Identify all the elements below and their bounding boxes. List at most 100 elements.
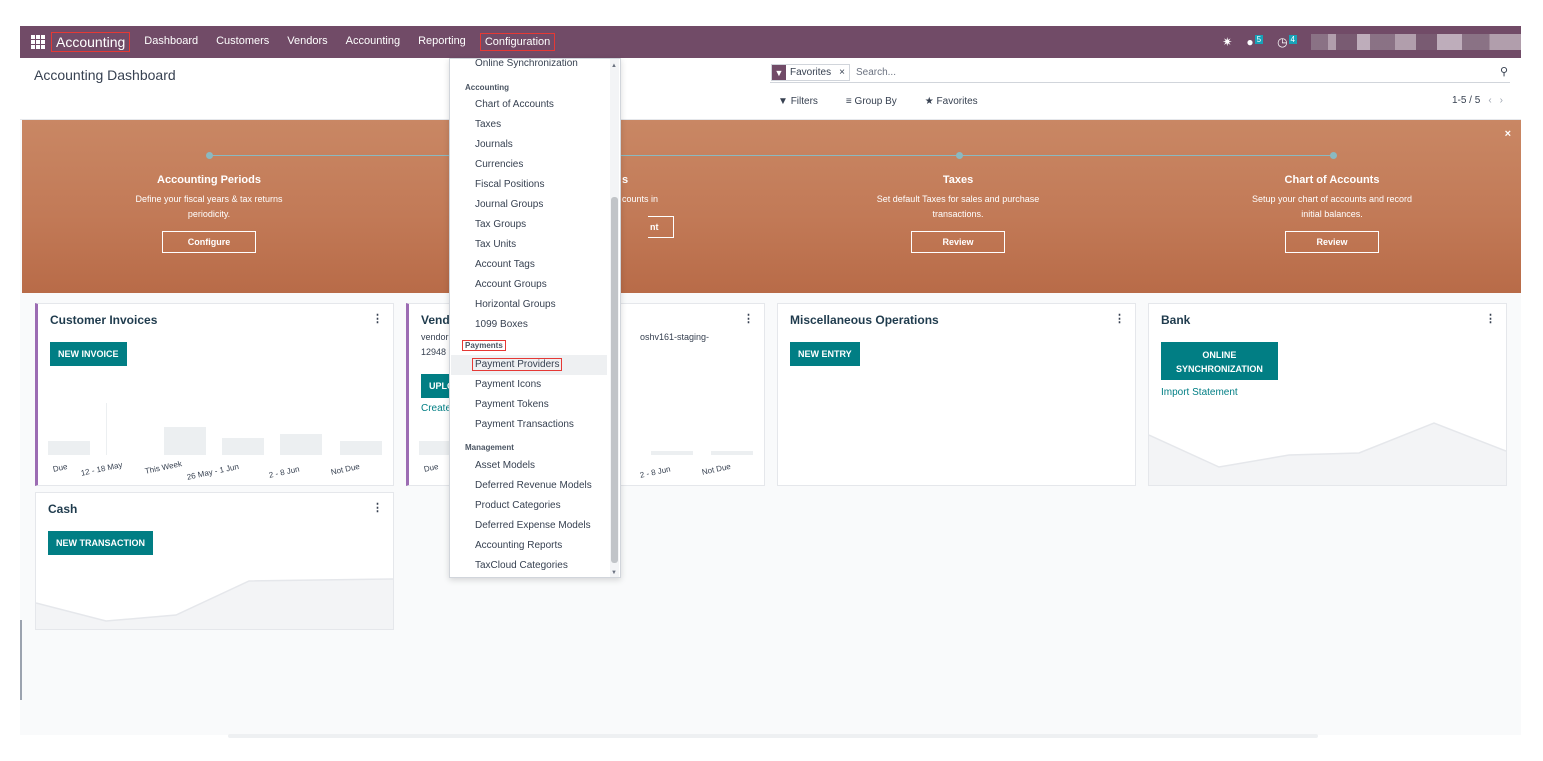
chart-x-label: Not Due (330, 461, 361, 477)
window-edge (20, 620, 22, 700)
search-panel-toggles: ▼ Filters ≡ Group By ★ Favorites (778, 96, 1006, 107)
facet-remove-icon[interactable]: × (835, 67, 849, 78)
menu-item-product-categories[interactable]: Product Categories (475, 500, 561, 511)
favorites-button[interactable]: ★ Favorites (925, 96, 992, 107)
kebab-menu-icon[interactable]: ⋮ (1114, 312, 1125, 325)
card-title[interactable]: Bank (1161, 313, 1190, 327)
scroll-down-icon[interactable]: ▼ (611, 570, 617, 576)
scrollbar-thumb[interactable] (611, 197, 618, 563)
review-chart-button[interactable]: Review (1285, 231, 1379, 253)
search-icon[interactable]: ⚲ (1500, 65, 1508, 78)
card-title[interactable]: Cash (48, 502, 77, 516)
chart-bar (222, 438, 264, 455)
pager-prev-icon[interactable]: ‹ (1488, 95, 1491, 106)
journal-card-cash: Cash ⋮ NEW TRANSACTION (35, 492, 394, 630)
menu-accounting[interactable]: Accounting (342, 33, 404, 51)
menu-item-horizontal-groups[interactable]: Horizontal Groups (475, 299, 556, 310)
onboarding-banner: × Accounting Periods Define your fiscal … (22, 120, 1521, 293)
scroll-up-icon[interactable]: ▲ (611, 63, 617, 69)
step-desc: transactions. (932, 209, 984, 219)
step-accounting-periods: Accounting Periods Define your fiscal ye… (109, 174, 309, 253)
menu-item-deferred-revenue-models[interactable]: Deferred Revenue Models (475, 480, 592, 491)
new-entry-button[interactable]: NEW ENTRY (790, 342, 860, 366)
configure-button[interactable]: Configure (162, 231, 256, 253)
add-bank-account-button[interactable]: nt (648, 216, 674, 238)
menu-item-account-groups[interactable]: Account Groups (475, 279, 547, 290)
horizontal-scrollbar[interactable] (228, 734, 1318, 738)
menu-dashboard[interactable]: Dashboard (140, 33, 202, 51)
dropdown-scrollbar[interactable]: ▲ ▼ (610, 59, 619, 577)
step-desc: Define your fiscal years & tax returns (135, 194, 283, 204)
card-title[interactable]: Vend (421, 313, 450, 327)
invoices-bar-chart (48, 403, 388, 455)
navbar-systray: ✷ ● 5 ◷ 4 (1222, 26, 1521, 58)
user-company-switcher[interactable] (1311, 34, 1521, 50)
menu-item-journal-groups[interactable]: Journal Groups (475, 199, 543, 210)
step-desc: Set default Taxes for sales and purchase (876, 194, 1040, 204)
step-desc: Setup your chart of accounts and record (1251, 194, 1413, 204)
pager-value[interactable]: 1-5 / 5 (1452, 95, 1480, 106)
chart-x-label: 26 May - 1 Jun (186, 461, 240, 482)
pager-next-icon[interactable]: › (1500, 95, 1503, 106)
chart-x-label: 2 - 8 Jun (268, 464, 301, 480)
chart-x-label: 12 - 18 May (80, 460, 124, 478)
menu-item-chart-of-accounts[interactable]: Chart of Accounts (475, 99, 554, 110)
filters-button[interactable]: ▼ Filters (778, 96, 832, 107)
card-title[interactable]: Miscellaneous Operations (790, 313, 939, 327)
menu-item-taxcloud-categories[interactable]: TaxCloud Categories (475, 560, 568, 571)
menu-item-tax-units[interactable]: Tax Units (475, 239, 516, 250)
step-desc: periodicity. (187, 209, 231, 219)
section-header-payments: Payments (462, 340, 506, 351)
chart-x-label: 2 - 8 Jun (639, 464, 672, 480)
apps-grid-icon[interactable] (31, 35, 45, 49)
menu-item-accounting-reports[interactable]: Accounting Reports (475, 540, 562, 551)
kebab-menu-icon[interactable]: ⋮ (372, 501, 383, 514)
card-title[interactable]: Customer Invoices (50, 313, 157, 327)
app-brand[interactable]: Accounting (51, 32, 131, 52)
menu-item-fiscal-positions[interactable]: Fiscal Positions (475, 179, 544, 190)
bank-line-chart (1149, 422, 1506, 485)
step-desc: counts in (622, 194, 659, 204)
favorites-label: Favorites (936, 96, 978, 107)
online-sync-button[interactable]: ONLINE SYNCHRONIZATION (1161, 342, 1278, 380)
app-window: Accounting Dashboard Customers Vendors A… (20, 26, 1521, 738)
menu-item-taxes[interactable]: Taxes (475, 119, 501, 130)
search-input[interactable]: Search... (856, 67, 896, 78)
menu-item-account-tags[interactable]: Account Tags (475, 259, 535, 270)
menu-item-payment-tokens[interactable]: Payment Tokens (475, 399, 549, 410)
journal-card-misc-operations: Miscellaneous Operations ⋮ NEW ENTRY (777, 303, 1136, 486)
kebab-menu-icon[interactable]: ⋮ (743, 312, 754, 325)
menu-item-journals[interactable]: Journals (475, 139, 513, 150)
kebab-menu-icon[interactable]: ⋮ (1485, 312, 1496, 325)
menu-item-payment-providers[interactable]: Payment Providers (472, 358, 563, 371)
new-transaction-button[interactable]: NEW TRANSACTION (48, 531, 153, 555)
menu-item-deferred-expense-models[interactable]: Deferred Expense Models (475, 520, 591, 531)
main-menu: Dashboard Customers Vendors Accounting R… (140, 33, 565, 51)
menu-item-currencies[interactable]: Currencies (475, 159, 523, 170)
menu-item-payment-icons[interactable]: Payment Icons (475, 379, 541, 390)
new-invoice-button[interactable]: NEW INVOICE (50, 342, 127, 366)
close-icon[interactable]: × (1505, 128, 1511, 140)
menu-item-1099-boxes[interactable]: 1099 Boxes (475, 319, 528, 330)
menu-item-asset-models[interactable]: Asset Models (475, 460, 535, 471)
step-desc: initial balances. (1301, 209, 1363, 219)
clock-icon[interactable]: ◷ 4 (1277, 35, 1297, 49)
step-title: Chart of Accounts (1284, 174, 1380, 186)
group-by-label: Group By (854, 96, 897, 107)
menu-item-payment-transactions[interactable]: Payment Transactions (475, 419, 574, 430)
chat-icon[interactable]: ● 5 (1246, 35, 1264, 49)
menu-item-tax-groups[interactable]: Tax Groups (475, 219, 526, 230)
kebab-menu-icon[interactable]: ⋮ (372, 312, 383, 325)
configuration-dropdown: ▲ ▼ Online Synchronization Accounting Ch… (449, 58, 621, 578)
group-by-button[interactable]: ≡ Group By (846, 96, 911, 107)
review-taxes-button[interactable]: Review (911, 231, 1005, 253)
bug-icon[interactable]: ✷ (1222, 35, 1232, 49)
import-statement-link[interactable]: Import Statement (1161, 387, 1238, 398)
step-dot (1330, 152, 1337, 159)
menu-reporting[interactable]: Reporting (414, 33, 470, 51)
cash-line-chart (36, 578, 393, 629)
menu-configuration[interactable]: Configuration (479, 33, 556, 51)
menu-vendors[interactable]: Vendors (283, 33, 331, 51)
menu-customers[interactable]: Customers (212, 33, 273, 51)
menu-item-online-synchronization[interactable]: Online Synchronization (475, 59, 578, 69)
